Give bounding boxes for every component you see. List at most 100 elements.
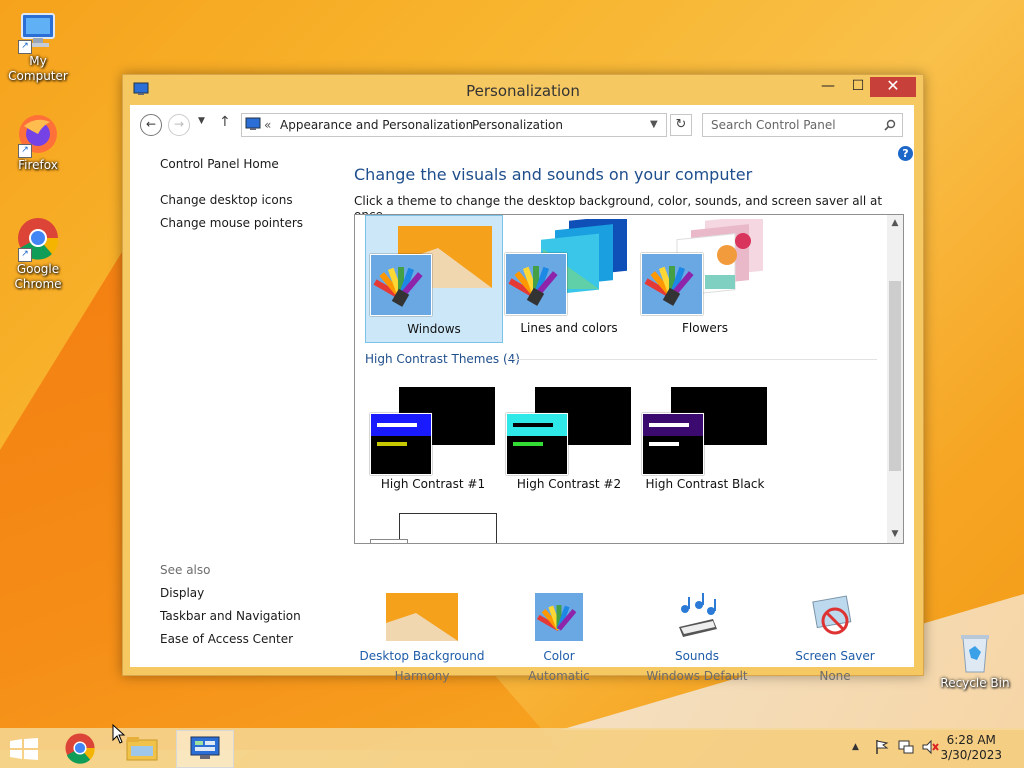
- action-center-flag-icon[interactable]: [874, 739, 890, 755]
- desktop-icon-label: My Computer: [8, 54, 68, 83]
- themes-scrollbar[interactable]: ▲ ▼: [887, 215, 903, 543]
- setting-value: Automatic: [528, 669, 590, 683]
- color-setting[interactable]: Color Automatic: [489, 593, 629, 683]
- setting-label[interactable]: Desktop Background: [352, 649, 492, 663]
- refresh-icon[interactable]: ↻: [670, 114, 692, 136]
- desktop-icon-label: Recycle Bin: [940, 676, 1010, 690]
- forward-button[interactable]: →: [168, 114, 190, 136]
- desktop-icon-label: Google Chrome: [14, 262, 62, 291]
- clock-time: 6:28 AM: [946, 733, 996, 747]
- theme-label: Flowers: [682, 321, 728, 335]
- minimize-button[interactable]: —: [813, 77, 843, 97]
- volume-muted-icon[interactable]: [921, 739, 939, 755]
- sounds-setting[interactable]: Sounds Windows Default: [627, 593, 767, 683]
- theme-thumbnail-front: [642, 413, 704, 475]
- breadcrumb-personalization[interactable]: Personalization: [472, 118, 563, 132]
- high-contrast-group-header[interactable]: High Contrast Themes (4): [365, 352, 520, 366]
- up-arrow-icon[interactable]: ↑: [219, 114, 231, 130]
- desktop-icon-my-computer[interactable]: ↗ My Computer: [0, 8, 76, 84]
- title-bar[interactable]: Personalization — ☐ ✕: [123, 75, 923, 105]
- computer-icon: ↗: [16, 8, 60, 54]
- color-icon: [535, 593, 583, 641]
- desktop-icon-firefox[interactable]: ↗ Firefox: [0, 112, 76, 173]
- theme-label: High Contrast Black: [645, 477, 765, 491]
- change-desktop-icons-link[interactable]: Change desktop icons: [160, 193, 293, 207]
- window-content: ← → ▼ ↑ « Appearance and Personalization…: [130, 105, 914, 683]
- system-clock[interactable]: 6:28 AM 3/30/2023: [940, 733, 1002, 763]
- setting-value: None: [819, 669, 851, 683]
- color-palette-icon: [641, 253, 703, 315]
- desktop-background-icon: [386, 593, 458, 641]
- taskbar: ▲ 6:28 AM 3/30/2023: [0, 728, 1024, 768]
- address-dropdown-icon[interactable]: ▼: [650, 119, 658, 130]
- color-palette-icon: [505, 253, 567, 315]
- help-icon[interactable]: ?: [898, 146, 913, 161]
- folder-icon: [126, 737, 158, 761]
- setting-label[interactable]: Sounds: [627, 649, 767, 663]
- desktop-icon-recycle-bin[interactable]: Recycle Bin: [937, 630, 1013, 691]
- theme-label: High Contrast #2: [516, 477, 622, 491]
- theme-lines-and-colors[interactable]: Lines and colors: [501, 215, 637, 341]
- scroll-down-icon[interactable]: ▼: [887, 529, 903, 539]
- setting-label[interactable]: Screen Saver: [765, 649, 905, 663]
- search-icon[interactable]: [884, 119, 896, 131]
- theme-thumbnail-front: [370, 413, 432, 475]
- see-also-title: See also: [160, 563, 211, 577]
- chrome-icon: ↗: [16, 216, 60, 262]
- setting-value: Windows Default: [646, 669, 748, 683]
- screen-saver-setting[interactable]: Screen Saver None: [765, 593, 905, 683]
- address-bar[interactable]: « Appearance and Personalization › Perso…: [241, 113, 667, 137]
- taskbar-chrome[interactable]: [54, 730, 110, 766]
- window-title: Personalization: [466, 82, 580, 100]
- theme-label: High Contrast #1: [380, 477, 486, 491]
- taskbar-control-panel[interactable]: [176, 730, 234, 768]
- display-link[interactable]: Display: [160, 586, 204, 600]
- theme-flowers[interactable]: Flowers: [637, 215, 773, 341]
- ease-of-access-link[interactable]: Ease of Access Center: [160, 632, 293, 646]
- color-palette-icon: [370, 254, 432, 316]
- setting-label[interactable]: Color: [489, 649, 629, 663]
- scroll-thumb[interactable]: [889, 281, 901, 471]
- recycle-bin-icon: [953, 630, 997, 674]
- back-button[interactable]: ←: [140, 114, 162, 136]
- windows-logo-icon: [10, 738, 38, 760]
- mouse-cursor-icon: [112, 724, 126, 744]
- theme-high-contrast-black[interactable]: High Contrast Black: [637, 383, 773, 499]
- screen-saver-icon: [811, 593, 859, 641]
- breadcrumb-prefix[interactable]: «: [264, 118, 271, 132]
- theme-high-contrast-white-partial[interactable]: [399, 513, 497, 543]
- show-hidden-icons-button[interactable]: ▲: [852, 742, 859, 752]
- recent-locations-chevron-icon[interactable]: ▼: [198, 116, 205, 126]
- breadcrumb-separator: ›: [458, 118, 463, 132]
- close-button[interactable]: ✕: [870, 77, 916, 97]
- search-input[interactable]: Search Control Panel: [702, 113, 903, 137]
- themes-list: Windows Lines and colors Flowers High Co…: [354, 214, 904, 544]
- theme-thumbnail-front: [370, 539, 408, 543]
- theme-label: Windows: [407, 322, 461, 336]
- network-icon[interactable]: [898, 739, 914, 755]
- chrome-icon: [65, 733, 95, 764]
- theme-high-contrast-1[interactable]: High Contrast #1: [365, 383, 501, 499]
- page-title: Change the visuals and sounds on your co…: [354, 165, 753, 184]
- search-placeholder: Search Control Panel: [711, 118, 836, 132]
- control-panel-icon: [190, 736, 220, 759]
- sounds-icon: [673, 593, 721, 641]
- theme-windows[interactable]: Windows: [365, 215, 503, 343]
- change-mouse-pointers-link[interactable]: Change mouse pointers: [160, 216, 303, 230]
- taskbar-navigation-link[interactable]: Taskbar and Navigation: [160, 609, 301, 623]
- theme-high-contrast-2[interactable]: High Contrast #2: [501, 383, 637, 499]
- desktop-background-setting[interactable]: Desktop Background Harmony: [352, 593, 492, 683]
- desktop-icon-label: Firefox: [18, 158, 58, 172]
- clock-date: 3/30/2023: [940, 748, 1002, 762]
- scroll-up-icon[interactable]: ▲: [887, 218, 903, 228]
- theme-label: Lines and colors: [520, 321, 618, 335]
- firefox-icon: ↗: [16, 112, 60, 158]
- start-button[interactable]: [0, 730, 56, 766]
- control-panel-home-link[interactable]: Control Panel Home: [160, 157, 279, 171]
- maximize-button[interactable]: ☐: [843, 77, 873, 97]
- desktop-icon-chrome[interactable]: ↗ Google Chrome: [0, 216, 76, 292]
- breadcrumb-appearance[interactable]: Appearance and Personalization: [280, 118, 473, 132]
- setting-value: Harmony: [394, 669, 450, 683]
- personalization-window: Personalization — ☐ ✕ ← → ▼ ↑ « Appearan…: [122, 74, 924, 683]
- control-panel-icon: [245, 117, 261, 130]
